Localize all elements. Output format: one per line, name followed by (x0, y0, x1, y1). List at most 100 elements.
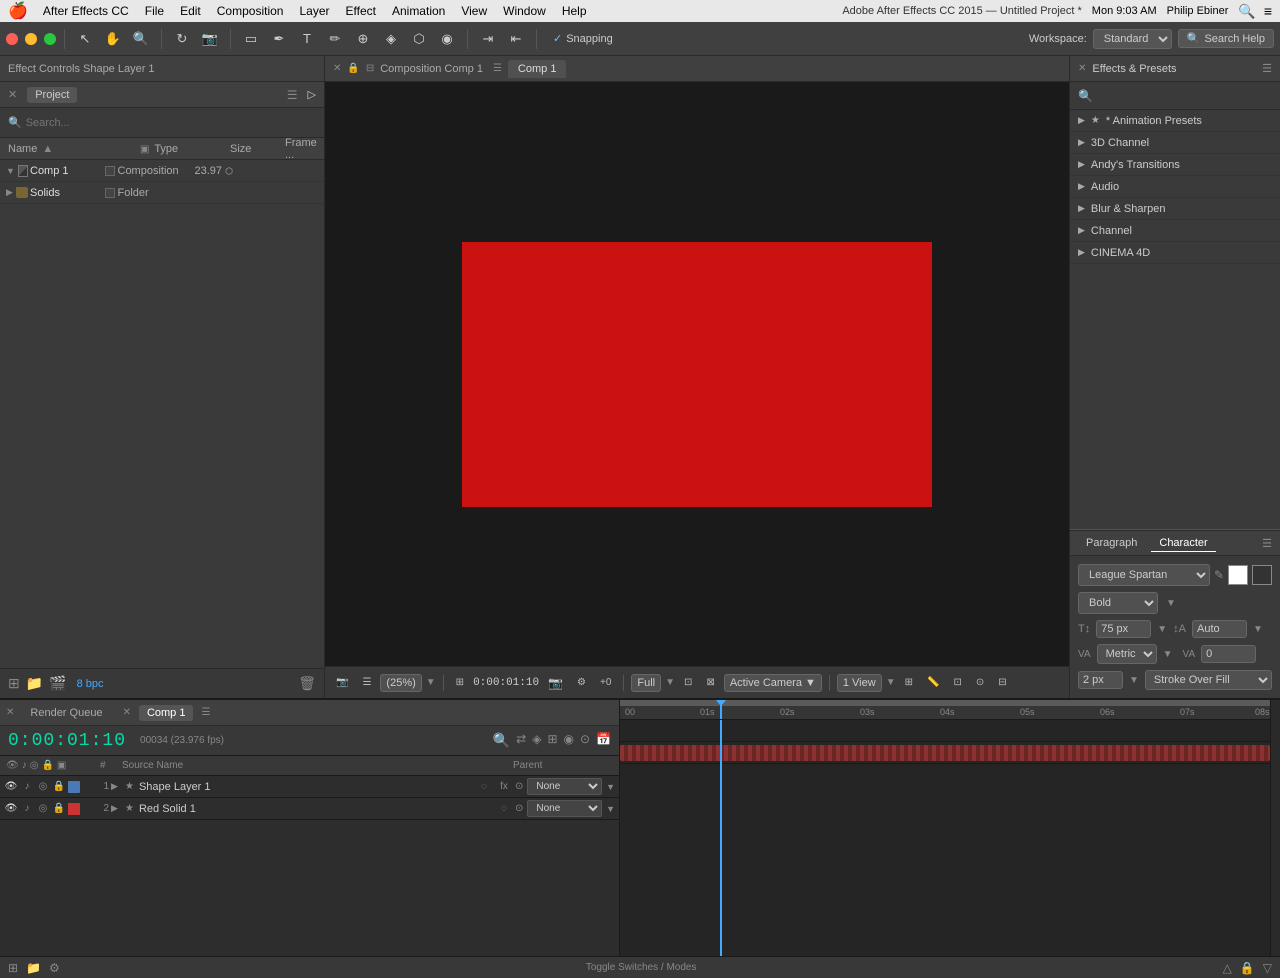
menu-edit[interactable]: Edit (173, 3, 208, 19)
project-tab[interactable]: Project (27, 87, 77, 103)
search-help-button[interactable]: 🔍 Search Help (1178, 29, 1274, 48)
brush-tool[interactable]: ✏ (323, 27, 347, 51)
comp1-tab[interactable]: Comp 1 (139, 705, 194, 721)
project-panel-close[interactable]: ✕ (8, 88, 17, 101)
effects-panel-close[interactable]: ✕ (1078, 63, 1086, 74)
active-camera-control[interactable]: Active Camera ▼ (724, 674, 822, 692)
rotate-tool[interactable]: ↻ (170, 27, 194, 51)
rect-tool[interactable]: ▭ (239, 27, 263, 51)
timeline-ctrl-1[interactable]: ⇄ (516, 732, 526, 749)
grid-btn[interactable]: ⊞ (900, 675, 918, 690)
menu-animation[interactable]: Animation (385, 3, 452, 19)
comp-menu-icon[interactable]: ☰ (493, 63, 502, 74)
comp-close-btn[interactable]: ✕ (333, 63, 341, 74)
table-row[interactable]: ▼ Comp 1 Composition 23.97 ⬡ (0, 160, 324, 182)
menu-effect[interactable]: Effect (339, 3, 383, 19)
effect-item-3dchannel[interactable]: ▶ 3D Channel (1070, 132, 1280, 154)
quality-control[interactable]: Full (631, 674, 661, 692)
timeline-settings-icon[interactable]: ⚙ (49, 961, 60, 975)
layer-solo-icon[interactable]: ◎ (36, 803, 50, 814)
text-color-white[interactable] (1228, 565, 1248, 585)
table-row[interactable]: ▶ Solids Folder (0, 182, 324, 204)
character-tab[interactable]: Character (1151, 535, 1215, 552)
pen-tool[interactable]: ✒ (267, 27, 291, 51)
menu-help[interactable]: Help (555, 3, 594, 19)
layer-solo-icon[interactable]: ◎ (36, 781, 50, 792)
layer-expand-2[interactable]: ▶ (111, 803, 123, 814)
pixel-aspect-btn[interactable]: ⊠ (701, 675, 719, 690)
timeline-comp1-close[interactable]: ✕ (123, 707, 131, 718)
render-queue-tab[interactable]: Render Queue (22, 705, 110, 721)
timeline-ctrl-6[interactable]: 📅 (596, 732, 611, 749)
layer-solo-btn-2[interactable]: ★ (125, 803, 134, 814)
footage-settings-btn[interactable]: 🎬 (49, 675, 66, 692)
effect-item-channel[interactable]: ▶ Channel (1070, 220, 1280, 242)
layer-lock-icon[interactable]: 🔒 (52, 781, 66, 792)
layer-fx-1[interactable]: fx (495, 781, 513, 792)
fast-preview-btn[interactable]: +0 (595, 675, 616, 690)
timeline-folder-icon[interactable]: 📁 (26, 961, 41, 975)
view-control[interactable]: 1 View (837, 674, 882, 692)
tracking-type-dropdown[interactable]: Metrics (1097, 644, 1157, 664)
track-row-1[interactable] (620, 720, 1270, 742)
stroke-type-dropdown[interactable]: Stroke Over Fill (1145, 670, 1272, 690)
region-btn[interactable]: ⊡ (948, 675, 966, 690)
col-name-header[interactable]: Name ▲ (0, 143, 140, 155)
bpc-display[interactable]: 8 bpc (77, 678, 104, 690)
font-size-input[interactable] (1096, 620, 1151, 638)
zoom-tool[interactable]: 🔍 (129, 27, 153, 51)
track-row-2[interactable] (620, 742, 1270, 764)
layer-controls-btn[interactable]: ⊟ (993, 675, 1011, 690)
layer-audio-icon[interactable]: ♪ (20, 781, 34, 792)
stroke-size-dropdown[interactable]: ▼ (1129, 675, 1139, 686)
layer-visible-icon[interactable]: 👁 (4, 781, 18, 792)
align-tool[interactable]: ⇥ (476, 27, 500, 51)
hand-tool[interactable]: ✋ (101, 27, 125, 51)
parent-dropdown-1[interactable]: None (527, 778, 602, 795)
quality-dropdown-icon[interactable]: ▼ (665, 677, 675, 688)
comp-tab-menu[interactable]: ☰ (201, 707, 210, 718)
zoom-dropdown-icon[interactable]: ▼ (426, 677, 436, 688)
toggle-mask-btn[interactable]: ⊙ (971, 675, 989, 690)
character-menu-icon[interactable]: ☰ (1262, 537, 1272, 550)
col-size-header[interactable]: Size (230, 143, 285, 155)
menu-extra-icon[interactable]: ≡ (1264, 3, 1272, 19)
search-menu-icon[interactable]: 🔍 (1238, 3, 1255, 20)
delete-item-btn[interactable]: 🗑 (298, 675, 316, 692)
app-menu-aftereffects[interactable]: After Effects CC (36, 3, 136, 19)
zoom-control[interactable]: (25%) (380, 674, 421, 692)
minimize-window-btn[interactable] (25, 33, 37, 45)
clone-tool[interactable]: ⊕ (351, 27, 375, 51)
text-tool[interactable]: T (295, 27, 319, 51)
timecode-main[interactable]: 0:00:01:10 (8, 731, 126, 751)
effect-item-audio[interactable]: ▶ Audio (1070, 176, 1280, 198)
timeline-ctrl-2[interactable]: ◈ (532, 732, 541, 749)
puppet-tool[interactable]: ◉ (435, 27, 459, 51)
timeline-grid-icon[interactable]: ⊞ (8, 961, 18, 975)
layer-row-2[interactable]: 👁 ♪ ◎ 🔒 2 ▶ ★ Red Solid 1 ◌ ⊙ None ▼ (0, 798, 619, 820)
layer-row-1[interactable]: 👁 ♪ ◎ 🔒 1 ▶ ★ Shape Layer 1 ◌ fx ⊙ None (0, 776, 619, 798)
selection-tool[interactable]: ↖ (73, 27, 97, 51)
toggle-switches-modes[interactable]: Toggle Switches / Modes (68, 962, 1215, 973)
expand-panel-btn[interactable]: ▷ (308, 88, 316, 101)
menu-view[interactable]: View (454, 3, 494, 19)
tracking-value-input[interactable] (1201, 645, 1256, 663)
leading-input[interactable] (1192, 620, 1247, 638)
effect-item-andys-transitions[interactable]: ▶ Andy's Transitions (1070, 154, 1280, 176)
timeline-scrollbar[interactable] (1270, 700, 1280, 956)
project-search-input[interactable] (26, 117, 168, 129)
size-dropdown-icon[interactable]: ▼ (1157, 624, 1167, 635)
maximize-window-btn[interactable] (44, 33, 56, 45)
timeline-ctrl-3[interactable]: ⊞ (547, 732, 557, 749)
leading-dropdown-icon[interactable]: ▼ (1253, 624, 1263, 635)
effects-menu-icon[interactable]: ☰ (1262, 62, 1272, 75)
effect-item-blur-sharpen[interactable]: ▶ Blur & Sharpen (1070, 198, 1280, 220)
snapshot-btn[interactable]: 📷 (331, 675, 353, 690)
workspace-dropdown[interactable]: Standard (1093, 29, 1172, 49)
preview-search-icon[interactable]: 🔍 (493, 732, 510, 749)
menu-file[interactable]: File (138, 3, 171, 19)
layer-motion-blur-2[interactable]: ◌ (495, 803, 513, 814)
timeline-lock-icon[interactable]: 🔒 (1240, 961, 1255, 975)
roto-tool[interactable]: ⬡ (407, 27, 431, 51)
effect-item-animation-presets[interactable]: ▶ ★ * Animation Presets (1070, 110, 1280, 132)
